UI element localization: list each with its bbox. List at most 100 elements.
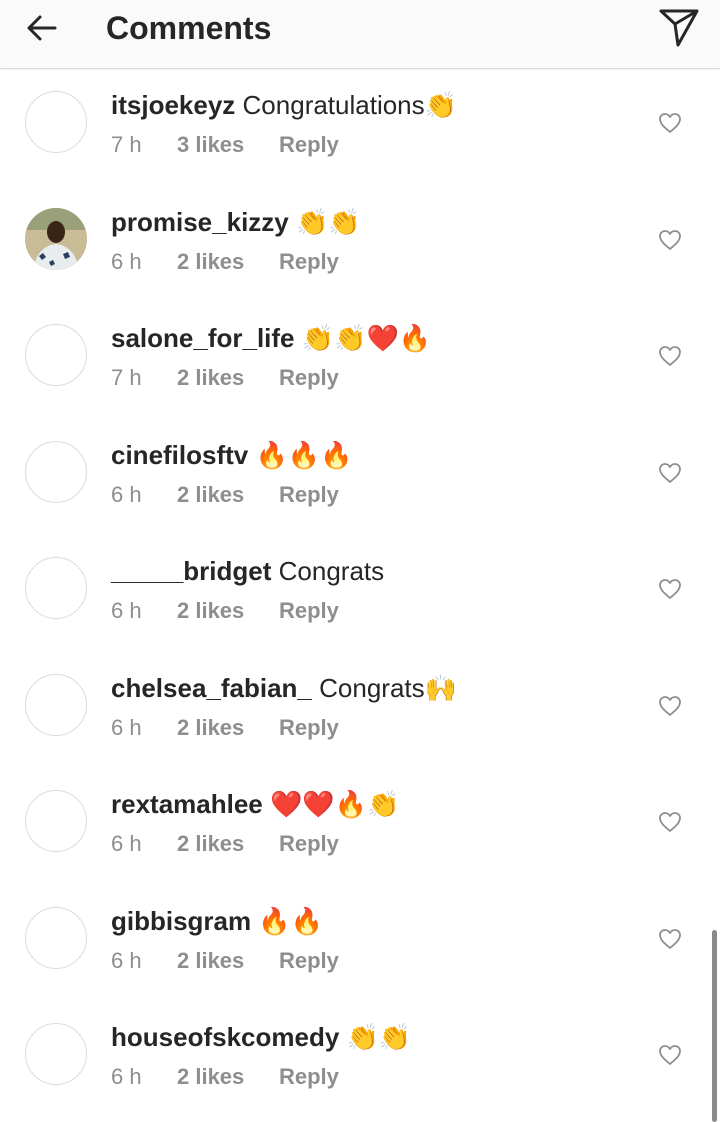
likes-count[interactable]: 2 likes: [177, 481, 279, 509]
comment-emoji: ❤️❤️🔥👏: [270, 790, 400, 820]
comment-body: houseofskcomedy 👏👏: [111, 1019, 411, 1056]
comment-timestamp: 7 h: [111, 365, 142, 390]
comment-body: gibbisgram 🔥🔥: [111, 903, 323, 940]
comment-timestamp: 6 h: [111, 1064, 142, 1089]
reply-button[interactable]: Reply: [279, 132, 339, 157]
comment-row[interactable]: chelsea_fabian_ Congrats🙌 6 h 2 likes Reply: [0, 652, 720, 769]
reply-button[interactable]: Reply: [279, 482, 339, 507]
like-button[interactable]: [656, 808, 684, 836]
reply-button[interactable]: Reply: [279, 715, 339, 740]
likes-count[interactable]: 2 likes: [177, 1063, 279, 1091]
likes-count[interactable]: 2 likes: [177, 597, 279, 625]
comment-row[interactable]: rextamahlee ❤️❤️🔥👏 6 h 2 likes Reply: [0, 768, 720, 885]
comment-meta: 6 h 2 likes Reply: [111, 248, 339, 276]
comment-emoji: 👏👏: [346, 1023, 412, 1053]
comment-timestamp: 6 h: [111, 481, 142, 507]
like-button[interactable]: [656, 925, 684, 953]
avatar[interactable]: [25, 324, 87, 386]
likes-count[interactable]: 2 likes: [177, 714, 279, 742]
avatar[interactable]: [25, 1023, 87, 1085]
avatar[interactable]: [25, 673, 87, 736]
reply-button[interactable]: Reply: [279, 948, 339, 973]
heart-outline-icon: [659, 695, 681, 716]
heart-outline-icon: [659, 812, 681, 832]
comment-username[interactable]: itsjoekeyz: [111, 90, 235, 120]
scrollbar[interactable]: [712, 930, 717, 1122]
comment-timestamp: 7 h: [111, 132, 142, 157]
heart-outline-icon: [659, 928, 681, 949]
comment-username[interactable]: salone_for_life: [111, 323, 295, 353]
avatar[interactable]: [25, 440, 87, 503]
like-button[interactable]: [656, 342, 684, 370]
like-button[interactable]: [656, 692, 684, 720]
comment-emoji: 🔥🔥🔥: [255, 440, 353, 471]
avatar[interactable]: [25, 790, 87, 852]
like-button[interactable]: [656, 226, 684, 254]
comment-timestamp: 6 h: [111, 598, 142, 623]
heart-outline-icon: [659, 579, 681, 599]
like-button[interactable]: [656, 575, 684, 603]
reply-button[interactable]: Reply: [279, 249, 339, 274]
heart-outline-icon: [659, 346, 681, 366]
likes-count[interactable]: 2 likes: [177, 947, 279, 975]
comment-emoji: 👏👏❤️🔥: [301, 324, 432, 354]
page-title: Comments: [106, 10, 272, 46]
comment-username[interactable]: rextamahlee: [111, 789, 263, 819]
heart-outline-icon: [659, 113, 681, 133]
comment-text: Congrats: [278, 556, 385, 586]
comment-meta: 6 h 2 likes Reply: [111, 597, 339, 625]
like-button[interactable]: [656, 109, 684, 137]
likes-count[interactable]: 2 likes: [177, 830, 279, 858]
comment-body: chelsea_fabian_ Congrats🙌: [111, 670, 457, 707]
comment-meta: 7 h 2 likes Reply: [111, 364, 339, 392]
comment-body: promise_kizzy 👏👏: [111, 204, 361, 241]
reply-button[interactable]: Reply: [279, 598, 339, 623]
comment-row[interactable]: _____bridget Congrats 6 h 2 likes Reply: [0, 535, 720, 652]
comment-timestamp: 6 h: [111, 831, 142, 856]
comment-meta: 7 h 3 likes Reply: [111, 131, 339, 159]
back-button[interactable]: [20, 6, 64, 50]
top-app-bar: Comments: [0, 0, 720, 69]
heart-outline-icon: [659, 462, 681, 483]
comment-body: rextamahlee ❤️❤️🔥👏: [111, 786, 400, 823]
comment-username[interactable]: chelsea_fabian_: [111, 673, 312, 703]
reply-button[interactable]: Reply: [279, 365, 339, 390]
comment-body: _____bridget Congrats: [111, 553, 384, 590]
paper-plane-icon: [659, 9, 699, 47]
share-button[interactable]: [656, 5, 702, 51]
comment-row[interactable]: itsjoekeyz Congratulations👏 7 h 3 likes Rep…: [0, 69, 720, 186]
likes-count[interactable]: 2 likes: [177, 248, 279, 276]
comment-username[interactable]: houseofskcomedy: [111, 1022, 339, 1052]
like-button[interactable]: [656, 1041, 684, 1069]
comment-timestamp: 6 h: [111, 947, 142, 973]
reply-button[interactable]: Reply: [279, 1064, 339, 1089]
comment-row[interactable]: houseofskcomedy 👏👏 6 h 2 likes Reply: [0, 1001, 720, 1118]
comment-meta: 6 h 2 likes Reply: [111, 481, 339, 509]
likes-count[interactable]: 3 likes: [177, 131, 279, 159]
avatar[interactable]: [25, 557, 87, 619]
comment-timestamp: 6 h: [111, 714, 142, 740]
comment-username[interactable]: promise_kizzy: [111, 207, 289, 237]
comment-emoji: 👏: [424, 91, 458, 121]
like-button[interactable]: [656, 459, 684, 487]
comment-username[interactable]: cinefilosftv: [111, 440, 248, 470]
reply-button[interactable]: Reply: [279, 831, 339, 856]
comment-emoji: 👏👏: [295, 207, 361, 238]
comment-row[interactable]: gibbisgram 🔥🔥 6 h 2 likes Reply: [0, 885, 720, 1002]
avatar[interactable]: [25, 207, 87, 270]
comment-row[interactable]: cinefilosftv 🔥🔥🔥 6 h 2 likes Reply: [0, 419, 720, 536]
comment-username[interactable]: _____bridget: [111, 556, 271, 586]
avatar[interactable]: [25, 91, 87, 153]
comment-emoji: 🔥🔥: [258, 906, 324, 937]
comment-row[interactable]: promise_kizzy 👏👏 6 h 2 likes Reply: [0, 186, 720, 303]
comment-body: salone_for_life 👏👏❤️🔥: [111, 320, 431, 357]
comment-username[interactable]: gibbisgram: [111, 906, 251, 936]
likes-count[interactable]: 2 likes: [177, 364, 279, 392]
avatar[interactable]: [25, 906, 87, 969]
comment-row[interactable]: salone_for_life 👏👏❤️🔥 7 h 2 likes Reply: [0, 302, 720, 419]
heart-outline-icon: [659, 229, 681, 250]
